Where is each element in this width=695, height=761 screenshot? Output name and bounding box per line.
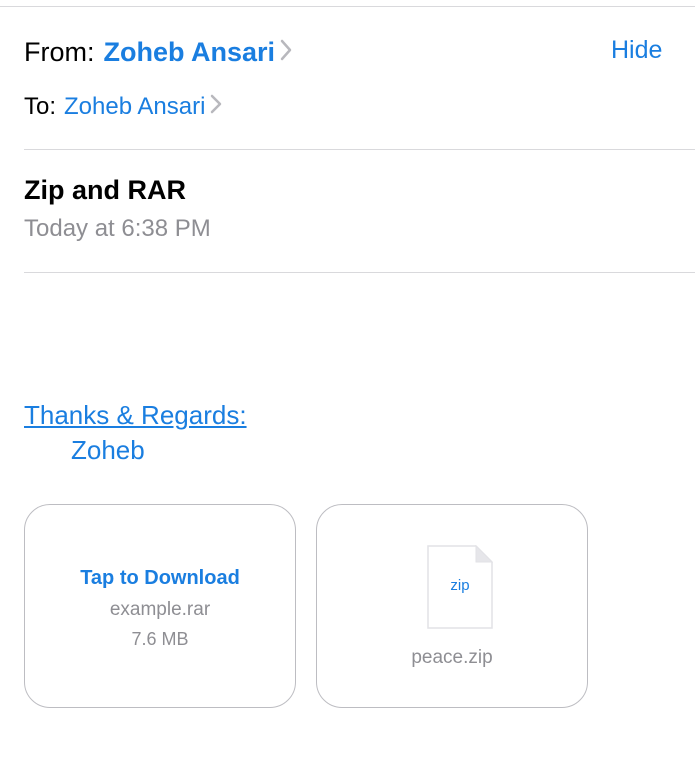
signature-name: Zoheb — [71, 435, 145, 465]
tap-to-download-label[interactable]: Tap to Download — [25, 567, 295, 590]
message-timestamp: Today at 6:38 PM — [24, 215, 211, 242]
subject-divider — [24, 272, 695, 273]
to-recipient-name[interactable]: Zoheb Ansari — [64, 93, 205, 121]
attachment-rar[interactable]: Tap to Download example.rar 7.6 MB — [24, 504, 296, 708]
hide-button[interactable]: Hide — [611, 36, 662, 65]
file-extension-label: zip — [450, 577, 470, 594]
signature-link[interactable]: Thanks & Regards: — [24, 400, 247, 431]
attachment-zip[interactable]: zip peace.zip — [316, 504, 588, 708]
to-row: To: Zoheb Ansari — [24, 89, 222, 125]
chevron-right-icon[interactable] — [210, 93, 222, 121]
from-row: From: Zoheb Ansari — [24, 30, 292, 74]
chevron-right-icon[interactable] — [280, 37, 292, 68]
to-label: To: — [24, 93, 57, 120]
message-subject: Zip and RAR — [24, 175, 186, 205]
attachment-filename: peace.zip — [411, 647, 493, 668]
top-divider — [0, 6, 695, 7]
attachment-size: 7.6 MB — [131, 629, 189, 649]
from-sender-name[interactable]: Zoheb Ansari — [104, 37, 276, 68]
from-label: From: — [24, 36, 95, 67]
attachment-filename: example.rar — [109, 599, 211, 620]
header-divider — [24, 149, 695, 150]
